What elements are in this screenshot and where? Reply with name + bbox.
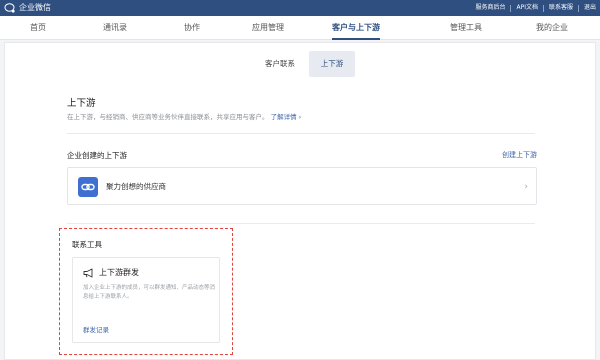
created-section-title: 企业创建的上下游 [67,151,127,160]
content-card: 客户联系 上下游 上下游 在上下游，与经销商、供应商等业务伙伴直接联系，共享应用… [4,42,596,360]
separator [542,4,544,12]
tab-customer-contact[interactable]: 客户联系 [253,51,307,77]
brand-name: 企业微信 [19,3,51,12]
nav-home[interactable]: 首页 [30,16,46,40]
tab-upstream-downstream[interactable]: 上下游 [309,51,355,77]
divider [67,133,535,134]
separator [510,4,512,12]
link-icon [78,177,98,197]
contact-tools-section: 联系工具 上下游群发 加入企业上下游的成员，可以群发通知、产品动态等消息给上下游… [59,228,233,355]
chevron-right-icon: › [524,182,528,192]
broadcast-tool-name: 上下游群发 [99,268,139,277]
contact-support-link[interactable]: 联系客服 [549,3,573,13]
service-provider-link[interactable]: 服务商后台 [475,3,505,13]
create-upstream-link[interactable]: 创建上下游 [502,150,537,160]
main-nav: 首页 通讯录 协作 应用管理 客户与上下游 管理工具 我的企业 [0,16,600,40]
chat-bubble-icon [4,3,15,13]
brand[interactable]: 企业微信 [4,2,51,14]
supplier-name: 聚力创想的供应商 [106,182,166,191]
description-text: 在上下游，与经销商、供应商等业务伙伴直接联系，共享应用与客户。 [67,113,269,121]
nav-customers-upstream[interactable]: 客户与上下游 [332,16,380,40]
api-docs-link[interactable]: API文档 [516,3,538,13]
nav-contacts[interactable]: 通讯录 [103,16,127,40]
broadcast-tool-description: 加入企业上下游的成员，可以群发通知、产品动态等消息给上下游联系人。 [83,285,216,300]
logout-link[interactable]: 退出 [584,3,596,13]
sub-tabs: 客户联系 上下游 [5,51,597,77]
megaphone-icon [83,268,93,278]
contact-tools-title: 联系工具 [72,240,102,249]
page-title: 上下游 [67,98,96,109]
learn-more-link[interactable]: 了解详情 › [271,113,302,121]
list-item[interactable]: 聚力创想的供应商 › [67,167,537,205]
nav-my-company[interactable]: 我的企业 [536,16,568,40]
nav-management-tools[interactable]: 管理工具 [450,16,482,40]
top-links: 服务商后台 API文档 联系客服 退出 [475,3,596,13]
top-bar: 企业微信 服务商后台 API文档 联系客服 退出 [0,0,600,16]
nav-collaboration[interactable]: 协作 [184,16,200,40]
separator [577,4,579,12]
divider [67,223,535,224]
page-description: 在上下游，与经销商、供应商等业务伙伴直接联系，共享应用与客户。 了解详情 › [67,111,301,121]
broadcast-records-link[interactable]: 群发记录 [83,324,109,334]
nav-app-management[interactable]: 应用管理 [252,16,284,40]
broadcast-tool-card[interactable]: 上下游群发 加入企业上下游的成员，可以群发通知、产品动态等消息给上下游联系人。 … [72,257,220,343]
